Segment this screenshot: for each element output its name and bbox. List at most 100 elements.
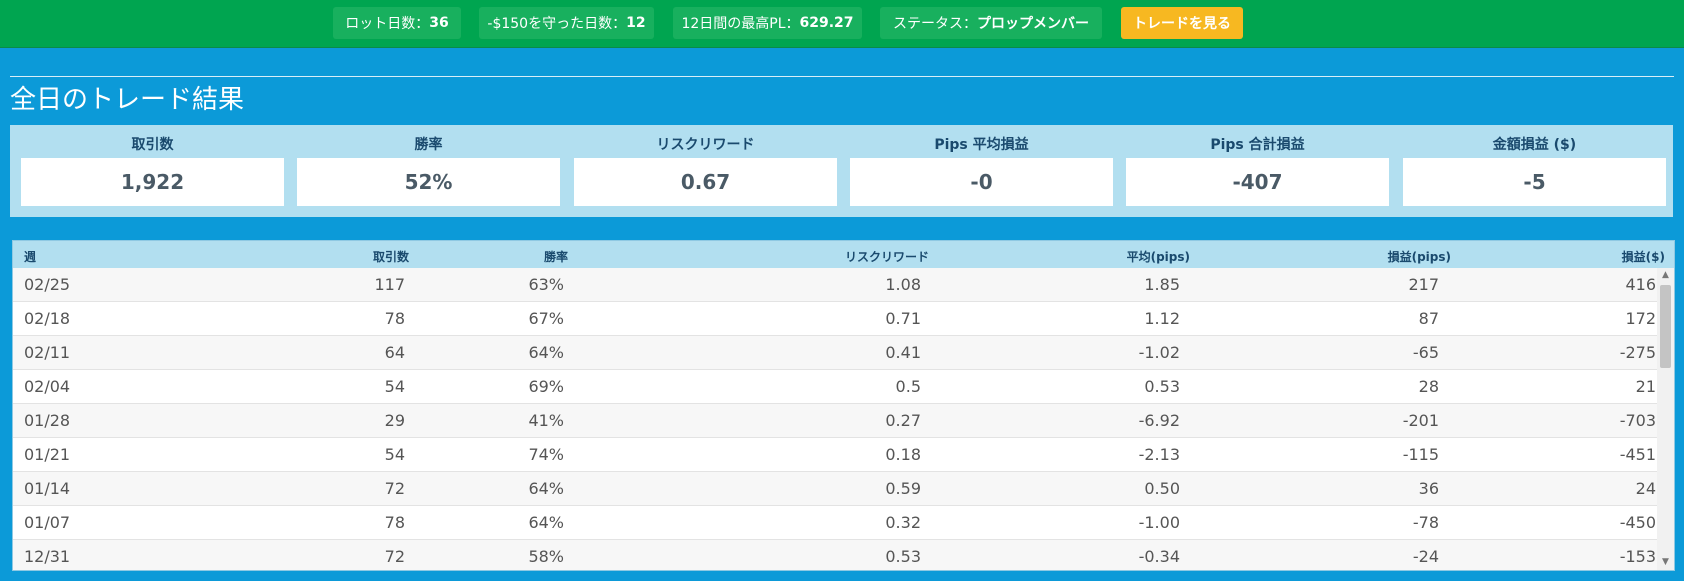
lot-days-badge: ロット日数： 36: [333, 7, 461, 39]
cell-week: 01/14: [24, 479, 71, 498]
stat-value: 1,922: [21, 158, 284, 206]
cell-win-rate: 63%: [528, 275, 564, 294]
cell-win-rate: 69%: [528, 377, 564, 396]
table-row[interactable]: 02/25 117 63% 1.08 1.85 217 416: [13, 268, 1657, 302]
cell-risk-reward: 0.18: [885, 445, 921, 464]
summary-stats-panel: 取引数 1,922 勝率 52% リスクリワード 0.67 Pips 平均損益 …: [10, 125, 1673, 217]
kept-days-value: 12: [626, 15, 646, 31]
cell-risk-reward: 0.41: [885, 343, 921, 362]
best-pl-badge: 12日間の最高PL： 629.27: [673, 7, 862, 39]
top-status-bar: ロット日数： 36 -$150を守った日数： 12 12日間の最高PL： 629.27…: [0, 0, 1684, 48]
cell-trades: 72: [384, 547, 405, 566]
cell-avg-pips: -0.34: [1138, 547, 1180, 566]
cell-pl-pips: -24: [1412, 547, 1439, 566]
table-row[interactable]: 01/28 29 41% 0.27 -6.92 -201 -703: [13, 404, 1657, 438]
stat-label: リスクリワード: [656, 137, 755, 153]
cell-risk-reward: 0.32: [885, 513, 921, 532]
stat-usd-pl: 金額損益 ($) -5: [1403, 125, 1666, 217]
cell-pl-usd: -703: [1619, 411, 1656, 430]
best-pl-value: 629.27: [799, 15, 854, 31]
table-header: 週 取引数 勝率 リスクリワード 平均(pips) 損益(pips) 損益($): [13, 241, 1674, 268]
stat-trades: 取引数 1,922: [21, 125, 284, 217]
cell-pl-pips: 87: [1418, 309, 1439, 328]
stat-value: -0: [850, 158, 1113, 206]
col-header-pl-pips[interactable]: 損益(pips): [1388, 248, 1451, 265]
table-row[interactable]: 01/14 72 64% 0.59 0.50 36 24: [13, 472, 1657, 506]
cell-trades: 78: [384, 309, 405, 328]
cell-week: 01/28: [24, 411, 71, 430]
cell-week: 02/18: [24, 309, 71, 328]
cell-risk-reward: 0.5: [895, 377, 921, 396]
stat-label: 勝率: [414, 137, 443, 153]
status-badge: ステータス： プロップメンバー: [880, 7, 1102, 39]
table-row[interactable]: 01/21 54 74% 0.18 -2.13 -115 -451: [13, 438, 1657, 472]
col-header-risk-reward[interactable]: リスクリワード: [845, 248, 929, 265]
stat-value: 52%: [297, 158, 560, 206]
table-scrollbar[interactable]: ▲ ▼: [1657, 268, 1674, 570]
cell-pl-usd: 24: [1635, 479, 1656, 498]
table-row[interactable]: 01/07 78 64% 0.32 -1.00 -78 -450: [13, 506, 1657, 540]
stat-label: 取引数: [131, 137, 174, 153]
cell-risk-reward: 0.53: [885, 547, 921, 566]
col-header-avg-pips[interactable]: 平均(pips): [1127, 248, 1190, 265]
cell-week: 12/31: [24, 547, 71, 566]
cell-pl-pips: -65: [1412, 343, 1439, 362]
stat-label: 金額損益 ($): [1492, 137, 1577, 153]
cell-trades: 54: [384, 377, 405, 396]
cell-risk-reward: 0.27: [885, 411, 921, 430]
col-header-pl-usd[interactable]: 損益($): [1622, 248, 1665, 265]
cell-risk-reward: 0.59: [885, 479, 921, 498]
table-body: 02/25 117 63% 1.08 1.85 217 416 02/18 78…: [13, 268, 1657, 570]
cell-win-rate: 41%: [528, 411, 564, 430]
cell-trades: 117: [374, 275, 405, 294]
stat-label: Pips 合計損益: [1210, 137, 1305, 153]
cell-pl-pips: 28: [1418, 377, 1439, 396]
cell-avg-pips: 0.53: [1144, 377, 1180, 396]
cell-win-rate: 64%: [528, 343, 564, 362]
cell-pl-usd: -275: [1619, 343, 1656, 362]
col-header-week[interactable]: 週: [24, 248, 36, 265]
stat-value: -407: [1126, 158, 1389, 206]
cell-pl-pips: 36: [1418, 479, 1439, 498]
cell-avg-pips: 1.12: [1144, 309, 1180, 328]
cell-trades: 72: [384, 479, 405, 498]
table-row[interactable]: 02/18 78 67% 0.71 1.12 87 172: [13, 302, 1657, 336]
cell-win-rate: 67%: [528, 309, 564, 328]
weekly-results-table: 週 取引数 勝率 リスクリワード 平均(pips) 損益(pips) 損益($)…: [12, 240, 1675, 571]
page-title: 全日のトレード結果: [10, 85, 245, 115]
stat-value: 0.67: [574, 158, 837, 206]
cell-avg-pips: 1.85: [1144, 275, 1180, 294]
cell-pl-pips: -78: [1412, 513, 1439, 532]
cell-pl-pips: -201: [1402, 411, 1439, 430]
cell-win-rate: 58%: [528, 547, 564, 566]
cell-trades: 78: [384, 513, 405, 532]
cell-trades: 54: [384, 445, 405, 464]
col-header-win-rate[interactable]: 勝率: [544, 248, 568, 265]
stat-risk-reward: リスクリワード 0.67: [574, 125, 837, 217]
kept-days-badge: -$150を守った日数： 12: [479, 7, 654, 39]
table-row[interactable]: 12/31 72 58% 0.53 -0.34 -24 -153: [13, 540, 1657, 570]
cell-pl-usd: 21: [1635, 377, 1656, 396]
stat-value: -5: [1403, 158, 1666, 206]
stat-label: Pips 平均損益: [934, 137, 1029, 153]
cell-avg-pips: -6.92: [1138, 411, 1180, 430]
scroll-thumb[interactable]: [1660, 285, 1671, 368]
cell-pl-usd: 416: [1625, 275, 1656, 294]
cell-pl-usd: -451: [1619, 445, 1656, 464]
scroll-down-arrow-icon[interactable]: ▼: [1657, 555, 1674, 570]
cell-week: 01/07: [24, 513, 71, 532]
stat-win-rate: 勝率 52%: [297, 125, 560, 217]
col-header-trades[interactable]: 取引数: [373, 248, 409, 265]
cell-avg-pips: -1.02: [1138, 343, 1180, 362]
scroll-up-arrow-icon[interactable]: ▲: [1657, 268, 1674, 283]
view-trades-button[interactable]: トレードを見る: [1121, 7, 1243, 39]
stat-avg-pips: Pips 平均損益 -0: [850, 125, 1113, 217]
best-pl-label: 12日間の最高PL：: [681, 16, 800, 32]
table-row[interactable]: 02/04 54 69% 0.5 0.53 28 21: [13, 370, 1657, 404]
cell-week: 02/04: [24, 377, 71, 396]
cell-pl-usd: -153: [1619, 547, 1656, 566]
status-value: プロップメンバー: [977, 16, 1089, 32]
cell-avg-pips: -2.13: [1138, 445, 1180, 464]
cell-avg-pips: 0.50: [1144, 479, 1180, 498]
table-row[interactable]: 02/11 64 64% 0.41 -1.02 -65 -275: [13, 336, 1657, 370]
